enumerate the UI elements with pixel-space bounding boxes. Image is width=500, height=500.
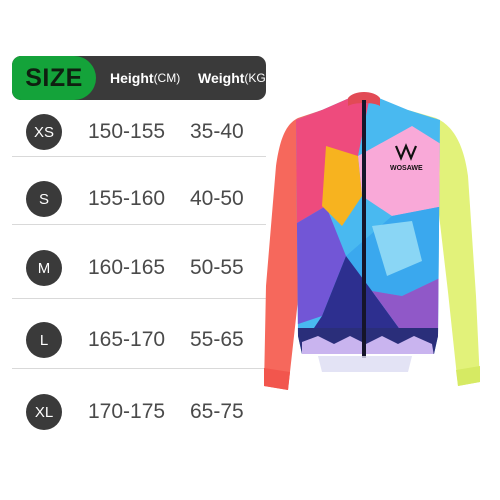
size-row-xs: XS 150-155 35-40: [12, 102, 266, 162]
jersey-torso: [296, 96, 440, 354]
height-value: 160-165: [88, 256, 166, 279]
height-value: 165-170: [88, 328, 166, 351]
row-divider: [12, 156, 266, 157]
size-badge: XL: [26, 394, 62, 430]
size-badge: S: [26, 181, 62, 217]
row-divider: [12, 298, 266, 299]
size-chart-header: SIZE Height(CM) Weight(KG): [12, 56, 266, 100]
cycling-jersey-image: WOSAWE: [264, 92, 480, 390]
weight-column-header: Weight(KG): [198, 56, 266, 100]
weight-value: 65-75: [190, 400, 244, 423]
size-header-label: SIZE: [12, 56, 96, 100]
size-row-xl: XL 170-175 65-75: [12, 382, 266, 442]
weight-value: 35-40: [190, 120, 244, 143]
weight-value: 40-50: [190, 187, 244, 210]
height-value: 155-160: [88, 187, 166, 210]
height-value: 170-175: [88, 400, 166, 423]
size-badge: M: [26, 250, 62, 286]
height-header-unit: (CM): [153, 71, 181, 85]
height-value: 150-155: [88, 120, 166, 143]
size-row-m: M 160-165 50-55: [12, 238, 266, 298]
size-row-l: L 165-170 55-65: [12, 310, 266, 370]
height-column-header: Height (CM): [110, 56, 180, 100]
size-badge: L: [26, 322, 62, 358]
brand-name: WOSAWE: [390, 165, 423, 172]
row-divider: [12, 224, 266, 225]
jersey-hem: [318, 356, 412, 372]
size-badge: XS: [26, 114, 62, 150]
weight-header-unit: (KG): [244, 71, 266, 85]
row-divider: [12, 368, 266, 369]
weight-value: 55-65: [190, 328, 244, 351]
weight-header-label: Weight: [198, 70, 245, 86]
size-row-s: S 155-160 40-50: [12, 169, 266, 229]
weight-value: 50-55: [190, 256, 244, 279]
height-header-label: Height: [110, 70, 154, 86]
